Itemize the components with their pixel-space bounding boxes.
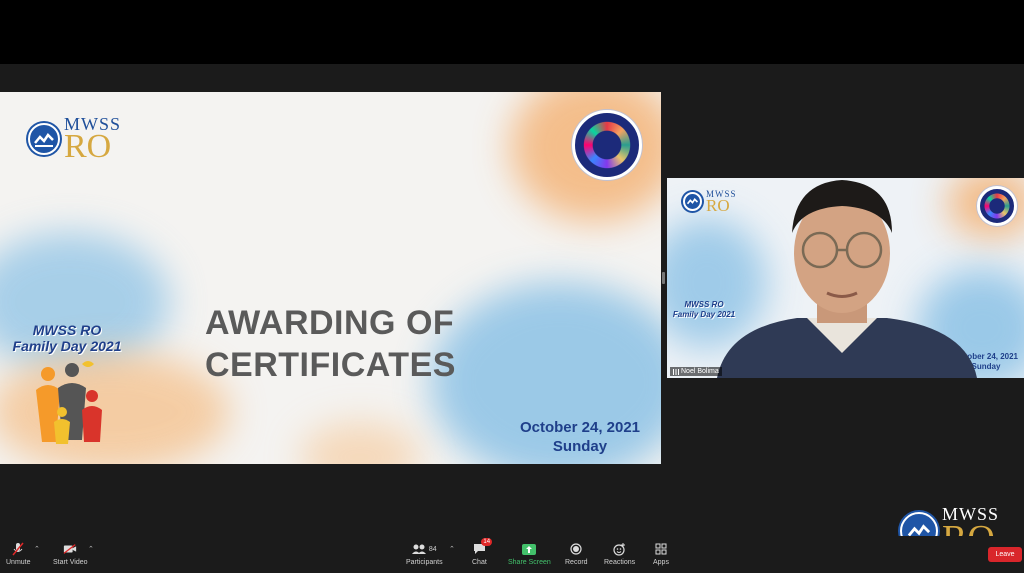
chat-icon: 14 [472, 538, 493, 556]
muted-microphone-icon [11, 542, 25, 556]
reactions-label: Reactions [604, 559, 636, 566]
record-label: Record [565, 559, 588, 566]
unmute-button[interactable]: Unmute [6, 542, 31, 566]
unmute-label: Unmute [6, 559, 31, 566]
leave-button[interactable]: Leave [988, 547, 1022, 562]
tile-mwss-logo-mark-icon [683, 192, 702, 212]
logo-text-ro: RO [64, 128, 112, 166]
event-title-line1: MWSS RO [32, 322, 102, 338]
start-video-label: Start Video [53, 559, 88, 566]
participant-name-label: Noel Bolima [670, 367, 722, 376]
record-button[interactable]: Record [565, 542, 588, 566]
slide-title: AWARDING OF CERTIFICATES [205, 302, 456, 386]
video-off-icon [63, 542, 77, 556]
participants-button[interactable]: 84 Participants [406, 542, 443, 566]
record-icon [569, 542, 583, 556]
participants-count: 84 [428, 545, 437, 553]
chat-label: Chat [472, 559, 487, 566]
event-title: MWSS RO Family Day 2021 [4, 322, 130, 354]
event-day-text: Sunday [552, 438, 608, 455]
event-date: October 24, 2021 Sunday [510, 418, 650, 456]
mwss-logo-mark-icon [28, 123, 60, 156]
apps-icon [654, 542, 668, 556]
event-date-text: October 24, 2021 [519, 419, 641, 436]
share-screen-label: Share Screen [508, 559, 551, 566]
gender-and-development-seal-icon [572, 110, 642, 180]
apps-button[interactable]: Apps [653, 542, 669, 566]
participant-video-person [717, 180, 977, 378]
event-title-line2: Family Day 2021 [12, 338, 122, 354]
connection-signal-icon [673, 368, 679, 375]
participants-caret-icon[interactable]: ⌃ [449, 545, 455, 553]
share-screen-icon [522, 542, 537, 556]
slide-title-line1: AWARDING OF [205, 304, 455, 342]
mwss-ro-logo: MWSS RO [28, 115, 121, 166]
video-options-caret-icon[interactable]: ⌃ [88, 545, 94, 553]
meeting-toolbar: Unmute ⌃ Start Video ⌃ 84 Participants ⌃… [0, 536, 1024, 573]
participant-video-tile[interactable]: MWSS RO MWSS RO Family Day 2021 October … [667, 178, 1024, 378]
chat-button[interactable]: 14 Chat [472, 538, 493, 566]
tile-gad-seal-icon [977, 186, 1017, 226]
resize-divider-handle[interactable] [662, 272, 665, 284]
reactions-button[interactable]: Reactions [604, 542, 635, 566]
chat-unread-badge: 14 [481, 538, 493, 546]
audio-options-caret-icon[interactable]: ⌃ [34, 545, 40, 553]
watercolor-orange-bottom [300, 422, 420, 464]
participants-icon: 84 [409, 542, 439, 556]
participants-label: Participants [406, 559, 443, 566]
top-black-bar [0, 0, 1024, 64]
apps-label: Apps [653, 559, 669, 566]
reactions-icon [613, 542, 627, 556]
slide-title-line2: CERTIFICATES [205, 346, 456, 384]
participant-name: Noel Bolima [681, 368, 719, 375]
share-screen-button[interactable]: Share Screen [508, 542, 551, 566]
family-people-icon [36, 361, 102, 444]
start-video-button[interactable]: Start Video [53, 542, 88, 566]
shared-screen-slide: MWSS RO AWARDING OF CERTIFICATES MWSS RO… [0, 92, 661, 464]
